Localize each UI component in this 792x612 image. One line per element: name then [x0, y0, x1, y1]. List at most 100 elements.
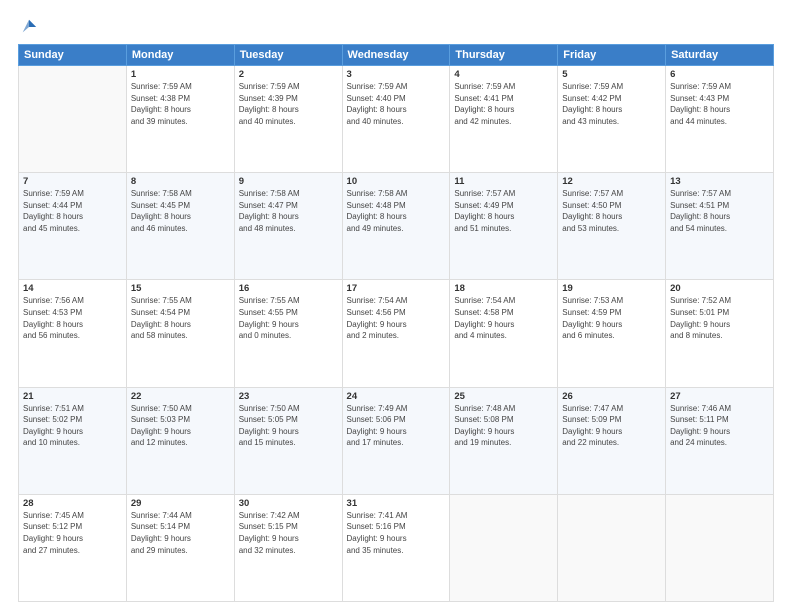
day-info: Sunrise: 7:41 AM Sunset: 5:16 PM Dayligh…	[347, 510, 446, 556]
day-info: Sunrise: 7:56 AM Sunset: 4:53 PM Dayligh…	[23, 295, 122, 341]
day-number: 26	[562, 391, 661, 402]
day-info: Sunrise: 7:53 AM Sunset: 4:59 PM Dayligh…	[562, 295, 661, 341]
day-cell	[558, 494, 666, 601]
day-cell: 28Sunrise: 7:45 AM Sunset: 5:12 PM Dayli…	[19, 494, 127, 601]
day-cell: 21Sunrise: 7:51 AM Sunset: 5:02 PM Dayli…	[19, 387, 127, 494]
day-info: Sunrise: 7:58 AM Sunset: 4:48 PM Dayligh…	[347, 188, 446, 234]
day-number: 28	[23, 498, 122, 509]
day-cell: 6Sunrise: 7:59 AM Sunset: 4:43 PM Daylig…	[666, 66, 774, 173]
day-info: Sunrise: 7:59 AM Sunset: 4:43 PM Dayligh…	[670, 81, 769, 127]
day-info: Sunrise: 7:50 AM Sunset: 5:05 PM Dayligh…	[239, 403, 338, 449]
day-info: Sunrise: 7:54 AM Sunset: 4:58 PM Dayligh…	[454, 295, 553, 341]
logo-icon	[20, 18, 38, 36]
day-number: 9	[239, 176, 338, 187]
day-cell: 25Sunrise: 7:48 AM Sunset: 5:08 PM Dayli…	[450, 387, 558, 494]
day-number: 31	[347, 498, 446, 509]
day-cell: 1Sunrise: 7:59 AM Sunset: 4:38 PM Daylig…	[126, 66, 234, 173]
day-number: 29	[131, 498, 230, 509]
day-cell: 30Sunrise: 7:42 AM Sunset: 5:15 PM Dayli…	[234, 494, 342, 601]
week-row-3: 21Sunrise: 7:51 AM Sunset: 5:02 PM Dayli…	[19, 387, 774, 494]
day-info: Sunrise: 7:46 AM Sunset: 5:11 PM Dayligh…	[670, 403, 769, 449]
header-day-saturday: Saturday	[666, 45, 774, 66]
day-cell: 19Sunrise: 7:53 AM Sunset: 4:59 PM Dayli…	[558, 280, 666, 387]
day-info: Sunrise: 7:57 AM Sunset: 4:50 PM Dayligh…	[562, 188, 661, 234]
day-cell	[666, 494, 774, 601]
day-cell: 12Sunrise: 7:57 AM Sunset: 4:50 PM Dayli…	[558, 173, 666, 280]
day-number: 10	[347, 176, 446, 187]
day-cell: 18Sunrise: 7:54 AM Sunset: 4:58 PM Dayli…	[450, 280, 558, 387]
day-number: 17	[347, 283, 446, 294]
header-day-friday: Friday	[558, 45, 666, 66]
day-cell: 3Sunrise: 7:59 AM Sunset: 4:40 PM Daylig…	[342, 66, 450, 173]
day-number: 7	[23, 176, 122, 187]
logo	[18, 18, 38, 36]
day-info: Sunrise: 7:59 AM Sunset: 4:44 PM Dayligh…	[23, 188, 122, 234]
day-number: 25	[454, 391, 553, 402]
day-info: Sunrise: 7:58 AM Sunset: 4:45 PM Dayligh…	[131, 188, 230, 234]
day-info: Sunrise: 7:55 AM Sunset: 4:54 PM Dayligh…	[131, 295, 230, 341]
day-cell: 9Sunrise: 7:58 AM Sunset: 4:47 PM Daylig…	[234, 173, 342, 280]
day-cell: 17Sunrise: 7:54 AM Sunset: 4:56 PM Dayli…	[342, 280, 450, 387]
day-cell: 4Sunrise: 7:59 AM Sunset: 4:41 PM Daylig…	[450, 66, 558, 173]
day-info: Sunrise: 7:54 AM Sunset: 4:56 PM Dayligh…	[347, 295, 446, 341]
day-number: 2	[239, 69, 338, 80]
header-day-monday: Monday	[126, 45, 234, 66]
header-day-thursday: Thursday	[450, 45, 558, 66]
day-info: Sunrise: 7:59 AM Sunset: 4:38 PM Dayligh…	[131, 81, 230, 127]
day-number: 22	[131, 391, 230, 402]
week-row-2: 14Sunrise: 7:56 AM Sunset: 4:53 PM Dayli…	[19, 280, 774, 387]
day-number: 12	[562, 176, 661, 187]
day-number: 14	[23, 283, 122, 294]
header-day-sunday: Sunday	[19, 45, 127, 66]
day-info: Sunrise: 7:47 AM Sunset: 5:09 PM Dayligh…	[562, 403, 661, 449]
day-cell: 5Sunrise: 7:59 AM Sunset: 4:42 PM Daylig…	[558, 66, 666, 173]
header	[18, 18, 774, 36]
day-number: 30	[239, 498, 338, 509]
day-cell: 16Sunrise: 7:55 AM Sunset: 4:55 PM Dayli…	[234, 280, 342, 387]
day-cell: 13Sunrise: 7:57 AM Sunset: 4:51 PM Dayli…	[666, 173, 774, 280]
day-cell: 20Sunrise: 7:52 AM Sunset: 5:01 PM Dayli…	[666, 280, 774, 387]
day-info: Sunrise: 7:58 AM Sunset: 4:47 PM Dayligh…	[239, 188, 338, 234]
day-info: Sunrise: 7:50 AM Sunset: 5:03 PM Dayligh…	[131, 403, 230, 449]
header-day-tuesday: Tuesday	[234, 45, 342, 66]
calendar-table: SundayMondayTuesdayWednesdayThursdayFrid…	[18, 44, 774, 602]
day-cell: 8Sunrise: 7:58 AM Sunset: 4:45 PM Daylig…	[126, 173, 234, 280]
day-number: 15	[131, 283, 230, 294]
day-number: 13	[670, 176, 769, 187]
day-cell: 11Sunrise: 7:57 AM Sunset: 4:49 PM Dayli…	[450, 173, 558, 280]
page: SundayMondayTuesdayWednesdayThursdayFrid…	[0, 0, 792, 612]
day-number: 11	[454, 176, 553, 187]
day-info: Sunrise: 7:44 AM Sunset: 5:14 PM Dayligh…	[131, 510, 230, 556]
day-number: 19	[562, 283, 661, 294]
day-info: Sunrise: 7:59 AM Sunset: 4:42 PM Dayligh…	[562, 81, 661, 127]
day-cell: 26Sunrise: 7:47 AM Sunset: 5:09 PM Dayli…	[558, 387, 666, 494]
day-number: 16	[239, 283, 338, 294]
day-number: 4	[454, 69, 553, 80]
day-number: 20	[670, 283, 769, 294]
day-info: Sunrise: 7:57 AM Sunset: 4:51 PM Dayligh…	[670, 188, 769, 234]
day-cell: 10Sunrise: 7:58 AM Sunset: 4:48 PM Dayli…	[342, 173, 450, 280]
day-cell: 31Sunrise: 7:41 AM Sunset: 5:16 PM Dayli…	[342, 494, 450, 601]
day-number: 18	[454, 283, 553, 294]
day-cell: 2Sunrise: 7:59 AM Sunset: 4:39 PM Daylig…	[234, 66, 342, 173]
day-info: Sunrise: 7:55 AM Sunset: 4:55 PM Dayligh…	[239, 295, 338, 341]
day-number: 8	[131, 176, 230, 187]
day-number: 6	[670, 69, 769, 80]
day-number: 21	[23, 391, 122, 402]
day-cell: 24Sunrise: 7:49 AM Sunset: 5:06 PM Dayli…	[342, 387, 450, 494]
week-row-4: 28Sunrise: 7:45 AM Sunset: 5:12 PM Dayli…	[19, 494, 774, 601]
day-info: Sunrise: 7:45 AM Sunset: 5:12 PM Dayligh…	[23, 510, 122, 556]
week-row-0: 1Sunrise: 7:59 AM Sunset: 4:38 PM Daylig…	[19, 66, 774, 173]
day-cell: 27Sunrise: 7:46 AM Sunset: 5:11 PM Dayli…	[666, 387, 774, 494]
day-cell: 22Sunrise: 7:50 AM Sunset: 5:03 PM Dayli…	[126, 387, 234, 494]
header-row: SundayMondayTuesdayWednesdayThursdayFrid…	[19, 45, 774, 66]
day-info: Sunrise: 7:49 AM Sunset: 5:06 PM Dayligh…	[347, 403, 446, 449]
day-cell: 29Sunrise: 7:44 AM Sunset: 5:14 PM Dayli…	[126, 494, 234, 601]
day-info: Sunrise: 7:51 AM Sunset: 5:02 PM Dayligh…	[23, 403, 122, 449]
day-cell	[19, 66, 127, 173]
day-info: Sunrise: 7:42 AM Sunset: 5:15 PM Dayligh…	[239, 510, 338, 556]
day-number: 23	[239, 391, 338, 402]
week-row-1: 7Sunrise: 7:59 AM Sunset: 4:44 PM Daylig…	[19, 173, 774, 280]
day-info: Sunrise: 7:52 AM Sunset: 5:01 PM Dayligh…	[670, 295, 769, 341]
day-number: 3	[347, 69, 446, 80]
